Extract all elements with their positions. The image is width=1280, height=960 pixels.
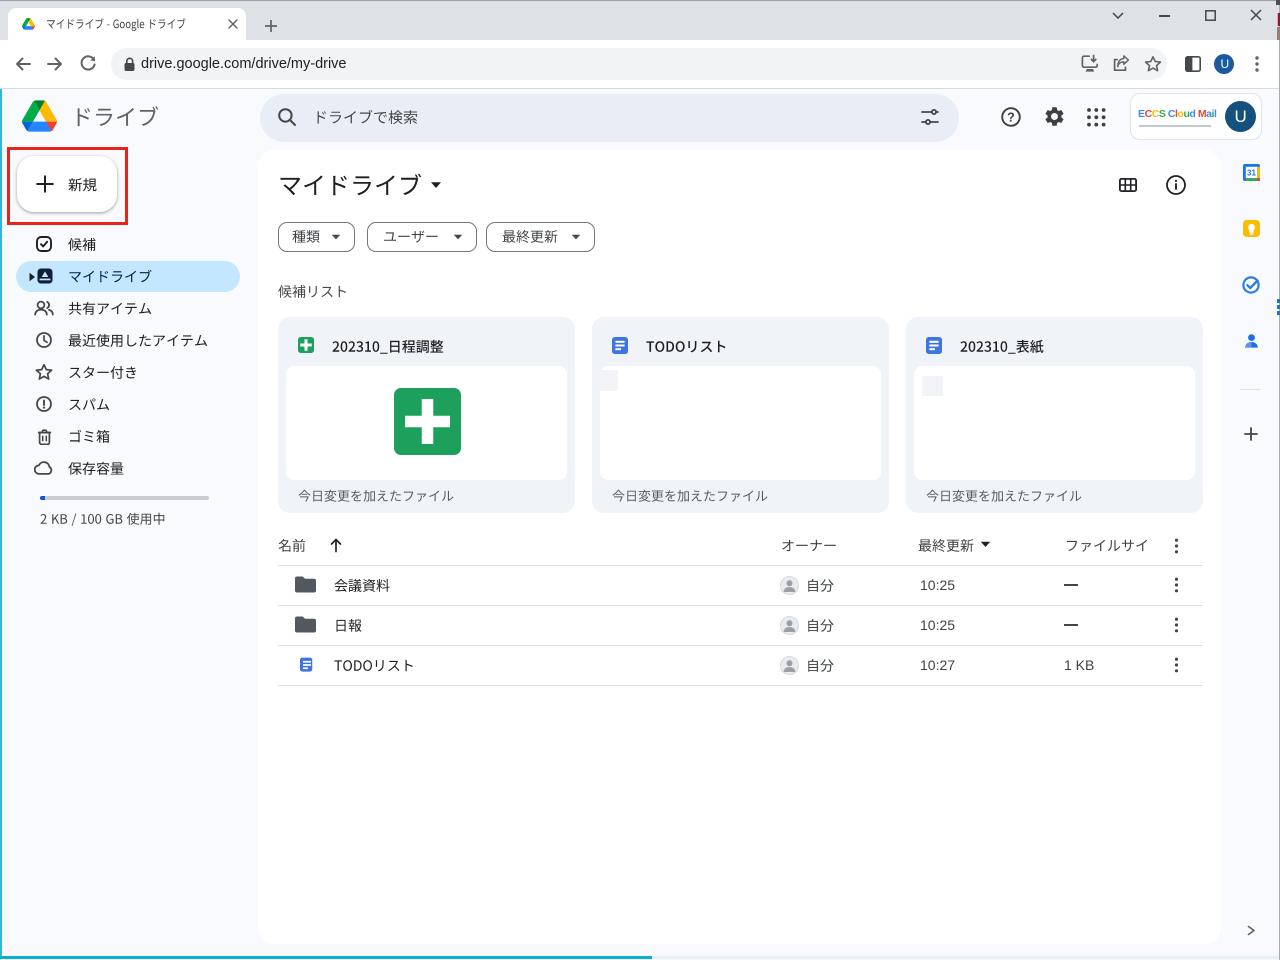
svg-text:31: 31 (1247, 168, 1256, 177)
svg-text:?: ? (1007, 111, 1015, 125)
